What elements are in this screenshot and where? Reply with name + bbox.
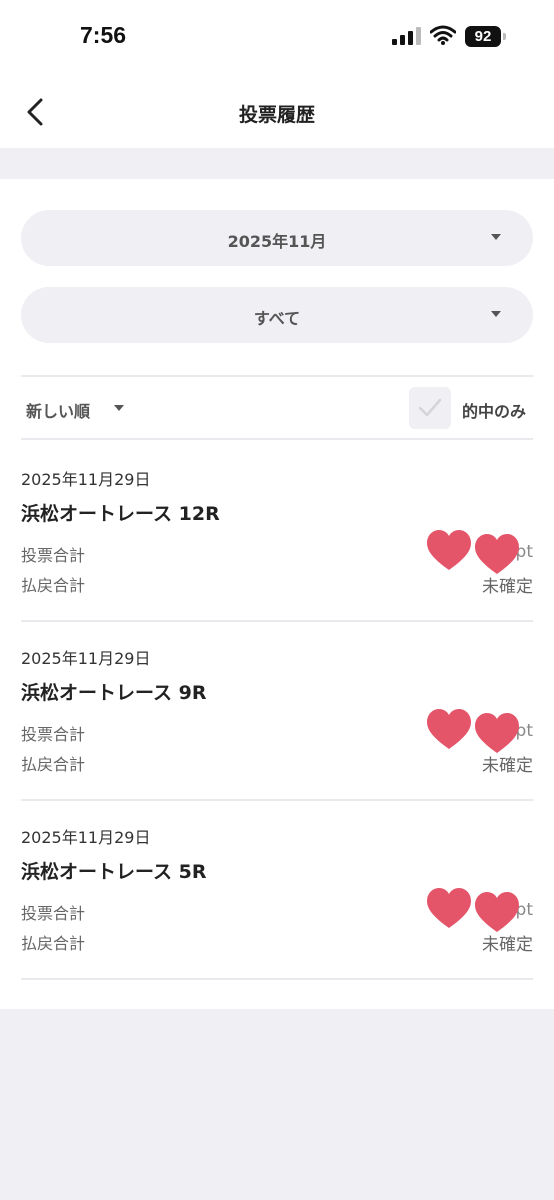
divider xyxy=(21,438,533,440)
page-title: 投票履歴 xyxy=(238,104,315,126)
vote-history-item[interactable]: 2025年11月29日 浜松オートレース 5R 投票合計 pt 払戻合計 未確定 xyxy=(0,824,554,1002)
status-time: 7:56 xyxy=(80,22,127,48)
vote-date: 2025年11月29日 xyxy=(21,649,151,668)
payout-total-label: 払戻合計 xyxy=(21,576,86,595)
battery-level: 92 xyxy=(465,26,501,47)
race-name: 浜松オートレース 12R xyxy=(21,503,220,525)
payout-total-label: 払戻合計 xyxy=(21,755,86,774)
bet-total-label: 投票合計 xyxy=(21,725,86,744)
hit-only-checkbox[interactable] xyxy=(409,387,451,429)
divider xyxy=(21,799,533,801)
vote-history-item[interactable]: 2025年11月29日 浜松オートレース 12R 投票合計 pt 払戻合計 未確… xyxy=(0,466,554,644)
category-select[interactable]: すべて xyxy=(21,287,533,343)
month-select[interactable]: 2025年11月 xyxy=(21,210,533,266)
vote-history-panel: 2025年11月 すべて 新しい順 的中のみ 2025年11月29日 浜松オート… xyxy=(0,179,554,1009)
vote-date: 2025年11月29日 xyxy=(21,828,151,847)
heart-stickers-icon xyxy=(427,888,519,932)
check-icon xyxy=(418,398,442,417)
vote-date: 2025年11月29日 xyxy=(21,470,151,489)
divider xyxy=(21,375,533,377)
battery-tip xyxy=(503,33,506,40)
status-bar: 7:56 92 xyxy=(0,0,554,72)
signal-icon xyxy=(392,27,421,45)
sort-dropdown[interactable]: 新しい順 xyxy=(26,398,90,422)
divider xyxy=(21,620,533,622)
hit-only-label[interactable]: 的中のみ xyxy=(462,398,526,422)
bet-total-label: 投票合計 xyxy=(21,546,86,565)
category-select-value: すべて xyxy=(253,309,301,328)
section-gap xyxy=(0,148,554,179)
heart-stickers-icon xyxy=(427,709,519,753)
bet-total-label: 投票合計 xyxy=(21,904,86,923)
caret-down-icon xyxy=(491,234,501,240)
race-name: 浜松オートレース 9R xyxy=(21,682,207,704)
nav-bar: 投票履歴 xyxy=(0,72,554,148)
race-name: 浜松オートレース 5R xyxy=(21,861,207,883)
caret-down-icon xyxy=(491,311,501,317)
vote-history-item[interactable]: 2025年11月29日 浜松オートレース 9R 投票合計 pt 払戻合計 未確定 xyxy=(0,645,554,823)
battery-icon: 92 xyxy=(465,26,507,47)
month-select-value: 2025年11月 xyxy=(227,232,327,251)
caret-down-icon[interactable] xyxy=(114,405,124,411)
payout-total-label: 払戻合計 xyxy=(21,934,86,953)
divider xyxy=(21,978,533,980)
heart-stickers-icon xyxy=(427,530,519,574)
wifi-icon xyxy=(430,25,456,45)
